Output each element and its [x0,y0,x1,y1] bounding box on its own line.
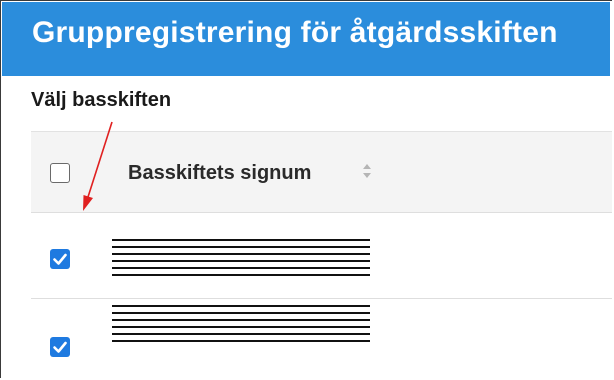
table-header: Basskiftets signum [31,131,612,213]
sort-icon[interactable] [362,163,372,179]
redacted-signum [112,305,370,347]
checkmark-icon [53,341,67,353]
page-title: Gruppregistrering för åtgärdsskiften [32,16,558,49]
checkmark-icon [53,253,67,265]
basskiften-table: Basskiftets signum [31,131,612,378]
title-bar: Gruppregistrering för åtgärdsskiften [2,2,610,76]
select-all-checkbox[interactable] [50,163,70,183]
redacted-signum [112,239,370,281]
table-row[interactable] [31,213,612,299]
column-header-signum[interactable]: Basskiftets signum [128,162,311,185]
row-checkbox[interactable] [50,337,70,357]
app-window: Gruppregistrering för åtgärdsskiften Väl… [0,0,612,378]
table-row[interactable] [31,299,612,378]
row-checkbox[interactable] [50,249,70,269]
section-label: Välj basskiften [31,89,172,111]
